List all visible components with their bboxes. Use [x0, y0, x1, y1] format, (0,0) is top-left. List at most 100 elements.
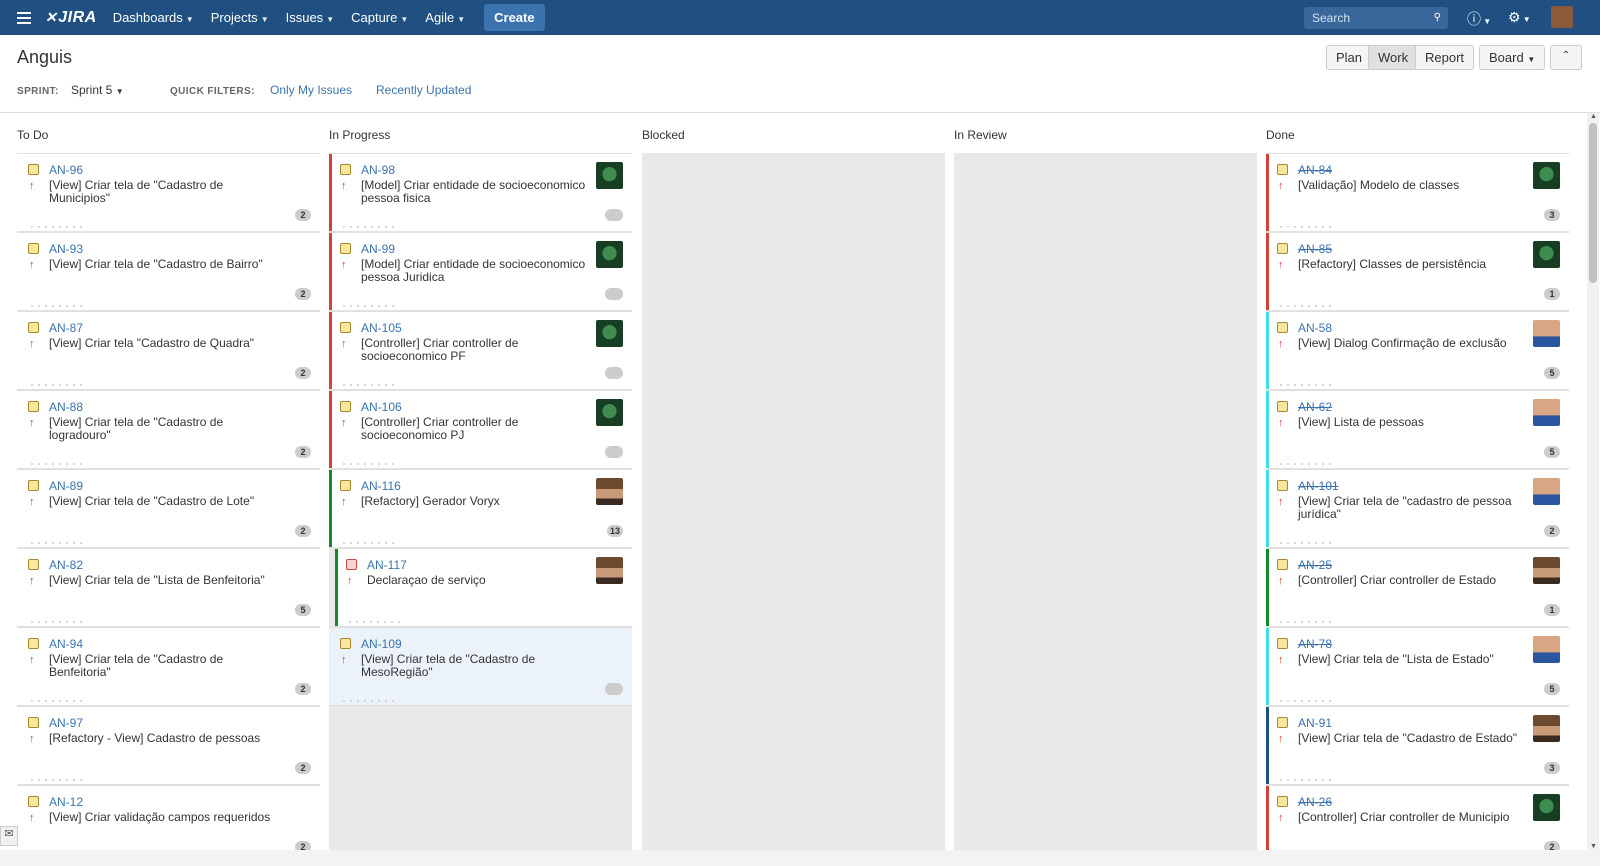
- scroll-up-icon[interactable]: ▲: [1590, 113, 1597, 120]
- issue-card[interactable]: AN-109 ↑ [View] Criar tela de "Cadastro de…: [329, 627, 632, 706]
- scroll-down-icon[interactable]: ▼: [1590, 843, 1597, 850]
- priority-arrow-icon: ↑: [1278, 733, 1284, 745]
- issue-card[interactable]: AN-99 ↑ [Model] Criar entidade de socioeco…: [329, 232, 632, 311]
- issue-card[interactable]: AN-93 ↑ [View] Criar tela de "Cadastro de …: [17, 232, 320, 311]
- issue-key[interactable]: AN-89: [49, 479, 83, 493]
- issue-key[interactable]: AN-116: [361, 479, 401, 493]
- user-avatar[interactable]: [1551, 6, 1573, 28]
- issue-type-icon: [1277, 401, 1288, 412]
- issue-card[interactable]: AN-78 ↑ [View] Criar tela de "Lista de Est…: [1266, 627, 1569, 706]
- chevron-down-icon: ▼: [185, 15, 194, 24]
- issue-card[interactable]: AN-91 ↑ [View] Criar tela de "Cadastro de …: [1266, 706, 1569, 785]
- issue-key[interactable]: AN-62: [1298, 400, 1332, 414]
- assignee-avatar: [1533, 794, 1560, 821]
- assignee-avatar: [596, 399, 623, 426]
- issue-key[interactable]: AN-101: [1298, 479, 1339, 493]
- issue-card[interactable]: AN-96 ↑ [View] Criar tela de "Cadastro de …: [17, 153, 320, 232]
- issue-card[interactable]: AN-25 ↑ [Controller] Criar controller de E…: [1266, 548, 1569, 627]
- scrollbar-thumb[interactable]: [1589, 123, 1597, 283]
- collapse-header-icon[interactable]: ⌃: [1550, 45, 1582, 70]
- issue-key[interactable]: AN-58: [1298, 321, 1332, 335]
- issue-card[interactable]: AN-101 ↑ [View] Criar tela de "cadastro de…: [1266, 469, 1569, 548]
- issue-card[interactable]: AN-106 ↑ [Controller] Criar controller de …: [329, 390, 632, 469]
- issue-key[interactable]: AN-96: [49, 163, 83, 177]
- board-dropdown[interactable]: Board ▼: [1479, 45, 1546, 70]
- nav-capture-label: Capture: [351, 10, 398, 25]
- issue-type-icon: [28, 638, 39, 649]
- issue-card[interactable]: AN-12 ↑ [View] Criar validação campos requ…: [17, 785, 320, 850]
- issue-summary: [Controller] Criar controller de Municip…: [1298, 810, 1510, 824]
- issue-card[interactable]: AN-89 ↑ [View] Criar tela de "Cadastro de …: [17, 469, 320, 548]
- issue-key[interactable]: AN-82: [49, 558, 83, 572]
- issue-card[interactable]: AN-97 ↑ [Refactory - View] Cadastro de pes…: [17, 706, 320, 785]
- issue-card[interactable]: AN-116 ↑ [Refactory] Gerador Voryx 13: [329, 469, 632, 548]
- top-navigation-bar: ✕JIRA Dashboards ▼ Projects ▼ Issues ▼ Capt…: [0, 0, 1600, 35]
- issue-key[interactable]: AN-84: [1298, 163, 1332, 177]
- sprint-selector[interactable]: Sprint 5 ▼: [71, 83, 124, 97]
- report-button[interactable]: Report: [1415, 45, 1475, 70]
- issue-card[interactable]: AN-26 ↑ [Controller] Criar controller de M…: [1266, 785, 1569, 850]
- issue-key[interactable]: AN-106: [361, 400, 402, 414]
- days-in-column-dots: [343, 700, 394, 703]
- issue-card[interactable]: AN-58 ↑ [View] Dialog Confirmação de exclu…: [1266, 311, 1569, 390]
- issue-key[interactable]: AN-85: [1298, 242, 1332, 256]
- days-in-column-dots: [1280, 542, 1331, 545]
- issue-card[interactable]: AN-105 ↑ [Controller] Criar controller de …: [329, 311, 632, 390]
- nav-agile[interactable]: Agile ▼: [425, 10, 465, 25]
- feedback-mail-icon[interactable]: ✉: [0, 826, 18, 846]
- nav-dashboards[interactable]: Dashboards ▼: [113, 10, 194, 25]
- issue-key[interactable]: AN-105: [361, 321, 402, 335]
- search-input[interactable]: Search ⚲: [1304, 7, 1448, 29]
- column-header-in-progress: In Progress: [329, 128, 391, 142]
- issue-key[interactable]: AN-109: [361, 637, 402, 651]
- priority-arrow-icon: ↑: [29, 417, 35, 429]
- issue-key[interactable]: AN-98: [361, 163, 395, 177]
- quick-filter-recently-updated[interactable]: Recently Updated: [376, 83, 471, 97]
- issue-key[interactable]: AN-94: [49, 637, 83, 651]
- nav-projects[interactable]: Projects ▼: [211, 10, 269, 25]
- nav-capture[interactable]: Capture ▼: [351, 10, 408, 25]
- issue-type-icon: [1277, 164, 1288, 175]
- issue-card[interactable]: AN-87 ↑ [View] Criar tela "Cadastro de Qua…: [17, 311, 320, 390]
- issue-key[interactable]: AN-97: [49, 716, 83, 730]
- priority-arrow-icon: ↑: [341, 259, 347, 271]
- gear-icon[interactable]: ⚙ ▼: [1508, 9, 1531, 26]
- jira-logo[interactable]: ✕JIRA: [45, 9, 97, 27]
- issue-key[interactable]: AN-88: [49, 400, 83, 414]
- issue-card[interactable]: AN-117 ↑ Declaraçao de serviço: [335, 548, 632, 627]
- priority-arrow-icon: ↑: [341, 496, 347, 508]
- estimate-badge: [605, 367, 623, 379]
- issue-key[interactable]: AN-99: [361, 242, 395, 256]
- nav-issues[interactable]: Issues ▼: [286, 10, 335, 25]
- work-button[interactable]: Work: [1368, 45, 1419, 70]
- issue-key[interactable]: AN-26: [1298, 795, 1332, 809]
- issue-key[interactable]: AN-117: [367, 558, 407, 572]
- issue-key[interactable]: AN-91: [1298, 716, 1332, 730]
- issue-card[interactable]: AN-84 ↑ [Validação] Modelo de classes 3: [1266, 153, 1569, 232]
- issue-card[interactable]: AN-85 ↑ [Refactory] Classes de persistênci…: [1266, 232, 1569, 311]
- issue-type-icon: [28, 480, 39, 491]
- quick-filter-only-my-issues[interactable]: Only My Issues: [270, 83, 352, 97]
- issue-card[interactable]: AN-62 ↑ [View] Lista de pessoas 5: [1266, 390, 1569, 469]
- issue-key[interactable]: AN-87: [49, 321, 83, 335]
- assignee-avatar: [1533, 478, 1560, 505]
- issue-card[interactable]: AN-94 ↑ [View] Criar tela de "Cadastro de …: [17, 627, 320, 706]
- issue-card[interactable]: AN-98 ↑ [Model] Criar entidade de socioeco…: [329, 153, 632, 232]
- issue-type-icon: [1277, 480, 1288, 491]
- vertical-scrollbar[interactable]: ▲ ▼: [1587, 113, 1599, 850]
- column-header-blocked: Blocked: [642, 128, 685, 142]
- plan-button[interactable]: Plan: [1326, 45, 1373, 70]
- issue-key[interactable]: AN-12: [49, 795, 83, 809]
- issue-key[interactable]: AN-78: [1298, 637, 1332, 651]
- issue-type-icon: [28, 164, 39, 175]
- help-icon[interactable]: ⓘ ▼: [1467, 9, 1491, 29]
- issue-card[interactable]: AN-82 ↑ [View] Criar tela de "Lista de Ben…: [17, 548, 320, 627]
- menu-icon[interactable]: [17, 9, 31, 27]
- logo-text: JIRA: [58, 8, 97, 26]
- create-button[interactable]: Create: [484, 4, 545, 31]
- estimate-badge: 3: [1544, 762, 1560, 774]
- issue-key[interactable]: AN-25: [1298, 558, 1332, 572]
- sprint-value: Sprint 5: [71, 83, 113, 97]
- issue-key[interactable]: AN-93: [49, 242, 83, 256]
- issue-card[interactable]: AN-88 ↑ [View] Criar tela de "Cadastro de …: [17, 390, 320, 469]
